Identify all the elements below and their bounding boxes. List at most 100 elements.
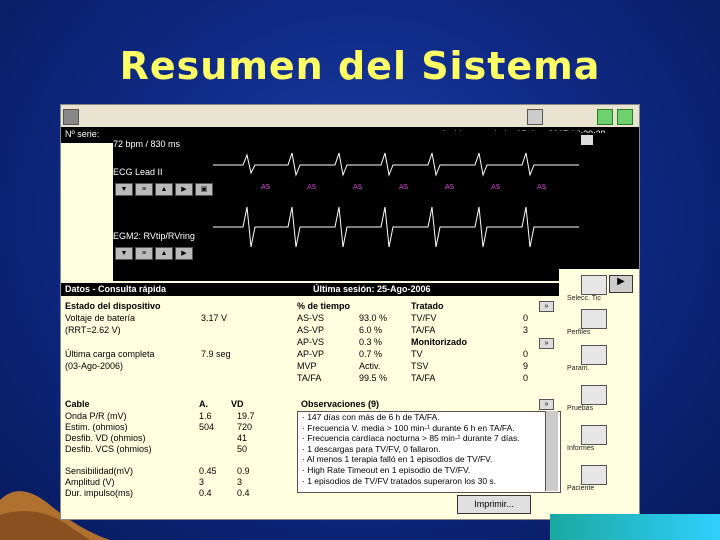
pacing-k: TA/FA bbox=[297, 373, 322, 383]
pacing-v: 0.7 % bbox=[359, 349, 383, 359]
event-v: 3 bbox=[523, 325, 529, 335]
next-button[interactable]: ▶ bbox=[175, 183, 193, 196]
rightbar-label-0: Selecc. Tic bbox=[567, 295, 601, 302]
event-k: TSV bbox=[411, 361, 429, 371]
patient-button[interactable] bbox=[581, 465, 607, 485]
app-icon bbox=[63, 109, 79, 125]
observation-item: · 1 episodios de TV/FV tratados superaro… bbox=[302, 475, 497, 486]
scale-button[interactable]: ≡ bbox=[135, 183, 153, 196]
params-button[interactable] bbox=[581, 345, 607, 365]
expand-pacing-button[interactable]: » bbox=[539, 301, 554, 312]
lead-cell: Estim. (ohmios) bbox=[65, 422, 128, 432]
rightbar-label-5: Paciente bbox=[567, 485, 595, 492]
pacing-k: MVP bbox=[297, 361, 317, 371]
profiles-button[interactable] bbox=[581, 309, 607, 329]
pacing-v: 99.5 % bbox=[359, 373, 388, 383]
event-k: TV/FV bbox=[411, 313, 437, 323]
reports-button[interactable] bbox=[581, 425, 607, 445]
pacing-heading: % de tiempo bbox=[297, 301, 351, 311]
scale-down-button[interactable]: ▼ bbox=[115, 183, 133, 196]
slide-title: Resumen del Sistema bbox=[119, 44, 601, 88]
side-panel bbox=[579, 133, 639, 273]
lead-cell: 1.6 bbox=[199, 411, 212, 421]
lead-cell: 504 bbox=[199, 422, 215, 432]
lead-cell: Desfib. VCS (ohmios) bbox=[65, 444, 152, 454]
ecg-panel: 72 bpm / 830 ms ECG Lead II ▼ ≡ ▲ ▶ ▣ EG… bbox=[113, 131, 579, 281]
egm-scale-button[interactable]: ≡ bbox=[135, 247, 153, 260]
device-status-heading: Estado del dispositivo bbox=[65, 301, 161, 311]
ecg-lead-label: ECG Lead II bbox=[113, 167, 163, 177]
event-k: TA/FA bbox=[411, 325, 436, 335]
pacing-v: 0.3 % bbox=[359, 337, 383, 347]
observations-scrollbar[interactable] bbox=[545, 411, 558, 491]
expand-events-button[interactable]: » bbox=[539, 338, 554, 349]
charge-label: Última carga completa bbox=[65, 349, 155, 359]
scale-up-button[interactable]: ▲ bbox=[155, 183, 173, 196]
svg-text:AS: AS bbox=[537, 183, 547, 191]
tests-button[interactable] bbox=[581, 385, 607, 405]
pacing-v: 6.0 % bbox=[359, 325, 383, 335]
egm-scale-down-button[interactable]: ▼ bbox=[115, 247, 133, 260]
ecg-waveforms: AS AS AS AS AS AS AS bbox=[213, 152, 579, 248]
title-bar bbox=[61, 105, 639, 128]
lead-cell: 50 bbox=[237, 444, 248, 454]
freeze-button[interactable]: ▣ bbox=[195, 183, 213, 196]
pacing-v: 93.0 % bbox=[359, 313, 388, 323]
lead-cell: Sensibilidad(mV) bbox=[65, 466, 134, 476]
egm-next-button[interactable]: ▶ bbox=[175, 247, 193, 260]
egm-scale-up-button[interactable]: ▲ bbox=[155, 247, 173, 260]
observation-item: · High Rate Timeout en 1 episodio de TV/… bbox=[302, 464, 471, 475]
lead-cell: 0.9 bbox=[237, 466, 250, 476]
charge-date: (03-Ago-2006) bbox=[65, 361, 124, 371]
svg-text:AS: AS bbox=[307, 183, 317, 191]
right-toolbar: ▶ Selecc. Tic Perfiles Param. Pruebas In… bbox=[559, 269, 639, 519]
lead-table-head-1: A. bbox=[199, 399, 208, 409]
events-heading: Tratado bbox=[411, 301, 444, 311]
select-tic-button[interactable] bbox=[581, 275, 607, 295]
observations-list[interactable]: · 147 días con más de 6 h de TA/FA. · Fr… bbox=[297, 411, 561, 493]
panel-close-icon[interactable] bbox=[581, 135, 593, 145]
lead-cell: 0.4 bbox=[199, 488, 212, 498]
observation-item: · Frecuencia V. media > 100 min-¹ durant… bbox=[302, 422, 515, 433]
lead-cell: Dur. impulso(ms) bbox=[65, 488, 134, 498]
minimize-icon[interactable] bbox=[597, 109, 613, 125]
expand-button[interactable]: ▶ bbox=[609, 275, 633, 293]
observation-item: · Frecuencia cardíaca nocturna > 85 min-… bbox=[302, 433, 520, 444]
svg-text:AS: AS bbox=[353, 183, 363, 191]
print-button[interactable]: Imprimir... bbox=[457, 495, 531, 514]
lead-cell: Onda P/R (mV) bbox=[65, 411, 127, 421]
event-k: TA/FA bbox=[411, 373, 436, 383]
app-window: Nº serie: Archivo guardado: 1D 1 ... 200… bbox=[60, 104, 640, 520]
toolbar-icon[interactable] bbox=[527, 109, 543, 125]
rightbar-label-2: Param. bbox=[567, 365, 590, 372]
lead-cell: 19.7 bbox=[237, 411, 255, 421]
lead-cell: 41 bbox=[237, 433, 248, 443]
pacing-k: AP-VP bbox=[297, 349, 325, 359]
lead-table-head-0: Cable bbox=[65, 399, 90, 409]
quick-look-title: Datos - Consulta rápida bbox=[65, 284, 167, 294]
last-session: Última sesión: 25-Ago-2006 bbox=[313, 284, 431, 294]
svg-text:AS: AS bbox=[261, 183, 271, 191]
serial-label: Nº serie: bbox=[65, 129, 100, 139]
rrt-label: (RRT=2.62 V) bbox=[65, 325, 121, 335]
lead-cell: 3 bbox=[199, 477, 205, 487]
event-v: 9 bbox=[523, 361, 529, 371]
svg-text:AS: AS bbox=[491, 183, 501, 191]
expand-observations-button[interactable]: » bbox=[539, 399, 554, 410]
lead-cell: 0.45 bbox=[199, 466, 217, 476]
charge-value: 7.9 seg bbox=[201, 349, 231, 359]
event-k: TV bbox=[411, 349, 423, 359]
lead-table-head-2: VD bbox=[231, 399, 244, 409]
close-icon[interactable] bbox=[617, 109, 633, 125]
lead-cell: Desfib. VD (ohmios) bbox=[65, 433, 146, 443]
pacing-k: AS-VP bbox=[297, 325, 325, 335]
battery-label: Voltaje de batería bbox=[65, 313, 136, 323]
rightbar-label-1: Perfiles bbox=[567, 329, 591, 336]
lead-cell: 3 bbox=[237, 477, 243, 487]
lead-cell: 720 bbox=[237, 422, 253, 432]
heart-rate: 72 bpm / 830 ms bbox=[113, 139, 181, 149]
svg-text:AS: AS bbox=[445, 183, 455, 191]
event-v: 0 bbox=[523, 349, 529, 359]
event-v: 0 bbox=[523, 373, 529, 383]
observation-item: · 1 descargas para TV/FV, 0 fallaron. bbox=[302, 443, 441, 454]
